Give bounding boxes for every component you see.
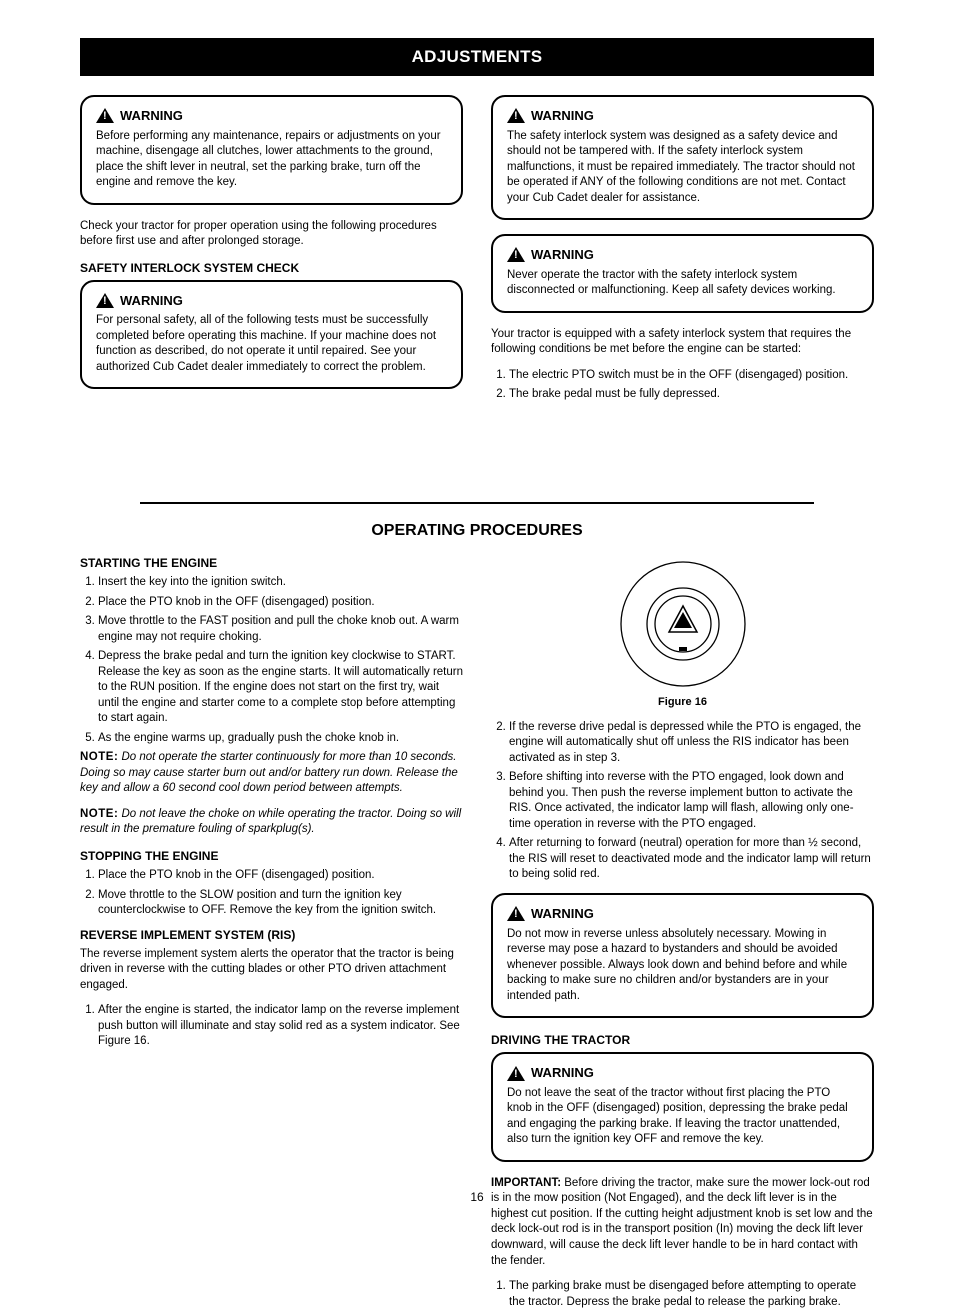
warning-box-3: WARNING The safety interlock system was … (491, 95, 874, 220)
header-bar: ADJUSTMENTS (80, 38, 874, 76)
list-item: Before shifting into reverse with the PT… (509, 770, 874, 832)
warning-head: WARNING (96, 107, 447, 125)
driving-step-list: The parking brake must be disengaged bef… (491, 1279, 874, 1310)
warning-label: WARNING (531, 1064, 594, 1082)
warning-head: WARNING (507, 246, 858, 264)
list-item: The brake pedal must be fully depressed. (509, 387, 874, 403)
warning-text: For personal safety, all of the followin… (96, 313, 447, 375)
list-item: Move throttle to the SLOW position and t… (98, 888, 463, 919)
note-1: NOTE: Do not operate the starter continu… (80, 750, 463, 797)
top-left-column: WARNING Before performing any maintenanc… (80, 95, 463, 407)
top-right-column: WARNING The safety interlock system was … (491, 95, 874, 407)
figure-16-illustration (618, 559, 748, 689)
top-columns: WARNING Before performing any maintenanc… (80, 95, 874, 407)
starting-step-list: Insert the key into the ignition switch.… (80, 575, 463, 746)
note-label: NOTE: (80, 751, 118, 763)
warning-head: WARNING (507, 107, 858, 125)
section-divider (140, 502, 814, 504)
warning-label: WARNING (531, 246, 594, 264)
page-number: 16 (0, 1189, 954, 1205)
warning-label: WARNING (531, 107, 594, 125)
interlock-intro: Your tractor is equipped with a safety i… (491, 327, 874, 358)
ris-step-list-right: If the reverse drive pedal is depressed … (491, 720, 874, 883)
warning-label: WARNING (120, 107, 183, 125)
list-item: Depress the brake pedal and turn the ign… (98, 649, 463, 727)
figure-caption: Figure 16 (491, 695, 874, 710)
driving-heading: DRIVING THE TRACTOR (491, 1032, 874, 1048)
interlock-step-list: The electric PTO switch must be in the O… (491, 368, 874, 403)
warning-icon (507, 247, 525, 262)
warning-text: Do not leave the seat of the tractor wit… (507, 1086, 858, 1148)
warning-box-2: WARNING For personal safety, all of the … (80, 280, 463, 390)
list-item: As the engine warms up, gradually push t… (98, 731, 463, 747)
warning-icon (507, 1066, 525, 1081)
interlock-heading: SAFETY INTERLOCK SYSTEM CHECK (80, 260, 463, 276)
stopping-step-list: Place the PTO knob in the OFF (disengage… (80, 868, 463, 919)
warning-head: WARNING (507, 1064, 858, 1082)
ris-heading: REVERSE IMPLEMENT SYSTEM (RIS) (80, 927, 463, 943)
header-title: ADJUSTMENTS (412, 46, 543, 69)
list-item: After the engine is started, the indicat… (98, 1003, 463, 1050)
warning-text: Never operate the tractor with the safet… (507, 268, 858, 299)
warning-head: WARNING (96, 292, 447, 310)
warning-head: WARNING (507, 905, 858, 923)
warning-box-5: WARNING Do not mow in reverse unless abs… (491, 893, 874, 1018)
intro-paragraph: Check your tractor for proper operation … (80, 219, 463, 250)
warning-text: Do not mow in reverse unless absolutely … (507, 927, 858, 1005)
note-text: Do not operate the starter continuously … (80, 751, 458, 794)
list-item: Insert the key into the ignition switch. (98, 575, 463, 591)
important-label: IMPORTANT: (491, 1177, 561, 1189)
operating-procedures-title: OPERATING PROCEDURES (80, 520, 874, 542)
list-item: Place the PTO knob in the OFF (disengage… (98, 868, 463, 884)
warning-text: The safety interlock system was designed… (507, 129, 858, 207)
warning-label: WARNING (120, 292, 183, 310)
stopping-heading: STOPPING THE ENGINE (80, 848, 463, 864)
warning-label: WARNING (531, 905, 594, 923)
note-label: NOTE: (80, 808, 118, 820)
warning-icon (507, 108, 525, 123)
list-item: The parking brake must be disengaged bef… (509, 1279, 874, 1310)
list-item: If the reverse drive pedal is depressed … (509, 720, 874, 767)
warning-box-4: WARNING Never operate the tractor with t… (491, 234, 874, 313)
list-item: Place the PTO knob in the OFF (disengage… (98, 595, 463, 611)
ris-step-list-left: After the engine is started, the indicat… (80, 1003, 463, 1050)
warning-box-1: WARNING Before performing any maintenanc… (80, 95, 463, 205)
ris-paragraph: The reverse implement system alerts the … (80, 947, 463, 994)
list-item: The electric PTO switch must be in the O… (509, 368, 874, 384)
starting-heading: STARTING THE ENGINE (80, 555, 463, 571)
note-2: NOTE: Do not leave the choke on while op… (80, 807, 463, 838)
warning-icon (507, 906, 525, 921)
warning-icon (96, 293, 114, 308)
list-item: Move throttle to the FAST position and p… (98, 614, 463, 645)
note-text: Do not leave the choke on while operatin… (80, 808, 461, 836)
warning-text: Before performing any maintenance, repai… (96, 129, 447, 191)
list-item: After returning to forward (neutral) ope… (509, 836, 874, 883)
warning-icon (96, 108, 114, 123)
warning-box-6: WARNING Do not leave the seat of the tra… (491, 1052, 874, 1162)
